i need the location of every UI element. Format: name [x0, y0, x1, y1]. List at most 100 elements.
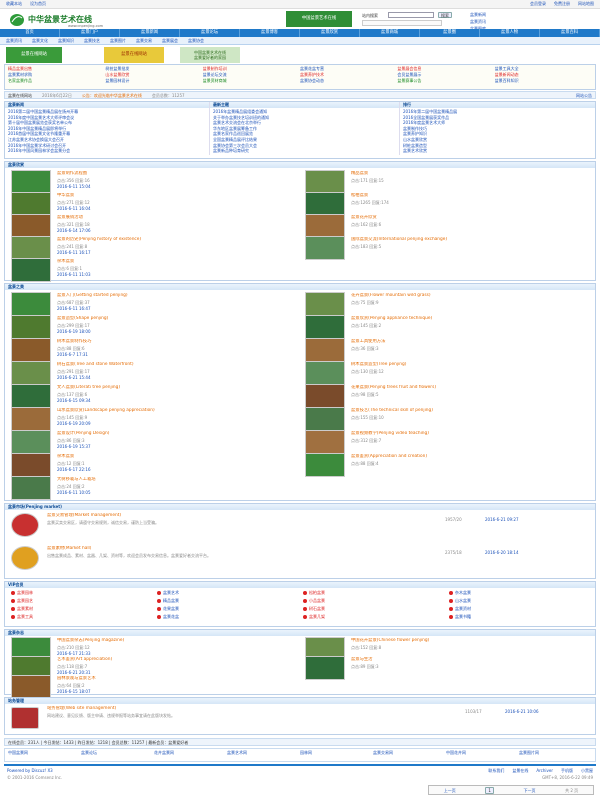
forum-title[interactable]: 树石盆景(Tree and stone Waterfront): [57, 362, 287, 367]
forum-thumbnail[interactable]: [11, 384, 51, 408]
banner-right[interactable]: 中国盆景艺术在线 盆景爱好者的家园: [180, 47, 240, 63]
forum-thumbnail[interactable]: [11, 292, 51, 316]
forum-thumbnail[interactable]: [11, 361, 51, 385]
forum-date[interactable]: 2016-6-17 22:16: [57, 467, 91, 472]
ad-link[interactable]: 盆景赛事公告: [397, 78, 494, 83]
ad-link[interactable]: 盆景工具大全: [495, 66, 592, 71]
forum-title[interactable]: 盆景鉴赏(Appreciation and creation): [351, 454, 591, 459]
forum-date[interactable]: 2016-6-11 15:04: [57, 184, 91, 189]
announce-link[interactable]: 网站公告: [576, 93, 592, 98]
nav-item-people[interactable]: 盆景人物: [480, 29, 540, 37]
forum-title[interactable]: 松柏盆景: [351, 193, 591, 198]
ad-link[interactable]: 盆景素材求购: [8, 72, 105, 77]
pager-prev[interactable]: 上一页: [444, 788, 456, 793]
add-favorite-link[interactable]: 收藏本站: [6, 1, 22, 7]
forum-date[interactable]: 2016-6-14 17:06: [57, 228, 91, 233]
forum-thumbnail[interactable]: [11, 338, 51, 362]
friend-link[interactable]: 盆景图片网: [519, 750, 592, 755]
subnav-item[interactable]: 盆景展会: [162, 38, 178, 43]
forum-thumbnail[interactable]: [305, 338, 345, 362]
vip-item[interactable]: 盆景工具: [11, 614, 151, 619]
search-button[interactable]: 搜索: [438, 12, 452, 18]
sitemap-link[interactable]: 网站地图: [578, 1, 594, 7]
forum-date[interactable]: 2016-6-19 15:37: [57, 444, 91, 449]
ad-link[interactable]: 盆景百科知识: [495, 78, 592, 83]
register-link[interactable]: 免费注册: [554, 1, 570, 7]
forum-date[interactable]: 2016-6-11 16:17: [57, 250, 91, 255]
nav-item-home[interactable]: 首页: [0, 29, 60, 37]
ad-link[interactable]: 盆景养护技术: [300, 72, 397, 77]
admin-forum-date[interactable]: 2016-6-21 10:06: [505, 709, 539, 714]
forum-thumbnail[interactable]: [11, 170, 51, 194]
market-forum-title[interactable]: 盆景素材(Market hall): [47, 546, 91, 551]
subnav-item[interactable]: 盆景协会: [188, 38, 204, 43]
forum-thumbnail[interactable]: [11, 258, 51, 282]
ad-link[interactable]: 盆景制作培训: [203, 66, 300, 71]
nav-item-shop[interactable]: 盆景商城: [360, 29, 420, 37]
nav-item-news[interactable]: 盆景新闻: [120, 29, 180, 37]
vip-item[interactable]: 小品盆景: [303, 598, 443, 603]
ad-link[interactable]: 盆景展会信息: [397, 66, 494, 71]
banner-left[interactable]: 盆景在线网站: [6, 47, 62, 63]
forum-title[interactable]: 园林景观与盆景艺术: [57, 676, 287, 681]
forum-thumbnail[interactable]: [11, 192, 51, 216]
friend-link[interactable]: 中国盆景网: [8, 750, 81, 755]
subnav-item[interactable]: 盆景技艺: [84, 38, 100, 43]
forum-date[interactable]: 2016-6-17 21:33: [57, 651, 91, 656]
friend-link[interactable]: 盆景艺术网: [227, 750, 300, 755]
forum-thumbnail[interactable]: [11, 476, 51, 500]
forum-title[interactable]: 杂木盆景: [57, 259, 287, 264]
forum-date[interactable]: 2016-6-15 18:07: [57, 689, 91, 694]
forum-title[interactable]: 树木盆景造型(Tree penjing): [351, 362, 591, 367]
subnav-item[interactable]: 盆景交易: [136, 38, 152, 43]
forum-date[interactable]: 2016-6-19 20:09: [57, 421, 91, 426]
ad-link[interactable]: 山水盆景欣赏: [105, 72, 202, 77]
forum-thumbnail[interactable]: [11, 407, 51, 431]
forum-date[interactable]: 2016-6-21 20:31: [57, 670, 91, 675]
vip-item[interactable]: 盆景几架: [303, 614, 443, 619]
vip-item[interactable]: 花果盆景: [157, 606, 297, 611]
forum-thumbnail[interactable]: [305, 384, 345, 408]
forum-thumbnail[interactable]: [305, 407, 345, 431]
forum-date[interactable]: 2016-6-21 15:44: [57, 375, 91, 380]
search-input[interactable]: [388, 12, 434, 18]
vip-item[interactable]: 盆景园艺: [11, 598, 151, 603]
news-item[interactable]: 盆景新品种培育研究: [213, 148, 396, 154]
forum-title[interactable]: 盆景制作流程图: [57, 171, 287, 176]
forum-title[interactable]: 花卉盆景(Flower mountain wild grass): [351, 293, 591, 298]
forum-thumbnail[interactable]: [305, 214, 345, 238]
forum-title[interactable]: 盆景欣赏(Penjing appliance technique): [351, 316, 591, 321]
footer-powered[interactable]: Powered by Discuz! X3: [7, 768, 53, 773]
subnav-item[interactable]: 盆景图片: [110, 38, 126, 43]
forum-thumbnail[interactable]: [305, 656, 345, 680]
ad-link[interactable]: 盆景资材商城: [203, 78, 300, 83]
footer-link[interactable]: 盆景在线: [512, 768, 528, 773]
ad-link[interactable]: 会员盆景展示: [397, 72, 494, 77]
forum-title[interactable]: 中国盆景杂志(Penjing magazine): [57, 638, 287, 643]
news-item[interactable]: 盆景艺术欣赏: [403, 148, 592, 154]
forum-thumbnail[interactable]: [305, 361, 345, 385]
set-homepage-link[interactable]: 设为首页: [30, 1, 46, 7]
ad-link[interactable]: 盆景协会动态: [300, 78, 397, 83]
nav-item-portal[interactable]: 盆景门户: [60, 29, 120, 37]
nav-item-appreciation[interactable]: 盆景欣赏: [300, 29, 360, 37]
forum-date[interactable]: 2016-6-11 16:04: [57, 206, 91, 211]
forum-title[interactable]: 盆景技艺(The technical skill of penjing): [351, 408, 591, 413]
forum-date[interactable]: 2016-6-11 10:05: [57, 490, 91, 495]
ad-link[interactable]: 名家盆景作品: [8, 78, 105, 83]
nav-item-circle[interactable]: 盆景圈: [420, 29, 480, 37]
forum-thumbnail[interactable]: [11, 236, 51, 260]
footer-link[interactable]: 联系我们: [488, 768, 504, 773]
forum-date[interactable]: 2016-6-11 11:03: [57, 272, 91, 277]
friend-link[interactable]: 盆景交易网: [373, 750, 446, 755]
forum-thumbnail[interactable]: [305, 453, 345, 477]
forum-title[interactable]: 艺术鉴赏(Art appreciation): [57, 657, 287, 662]
vip-item[interactable]: 盆景资材: [449, 606, 589, 611]
forum-title[interactable]: 盆景工具使用方法: [351, 339, 591, 344]
market-forum-date[interactable]: 2016-6-21 09:27: [485, 517, 519, 522]
forum-thumbnail[interactable]: [11, 315, 51, 339]
forum-title[interactable]: 盆景造型(Shape penjing): [57, 316, 287, 321]
vip-item[interactable]: 盆景素材: [11, 606, 151, 611]
forum-thumbnail[interactable]: [305, 292, 345, 316]
forum-title[interactable]: 国际盆景交流(International penjing exchange): [351, 237, 591, 242]
